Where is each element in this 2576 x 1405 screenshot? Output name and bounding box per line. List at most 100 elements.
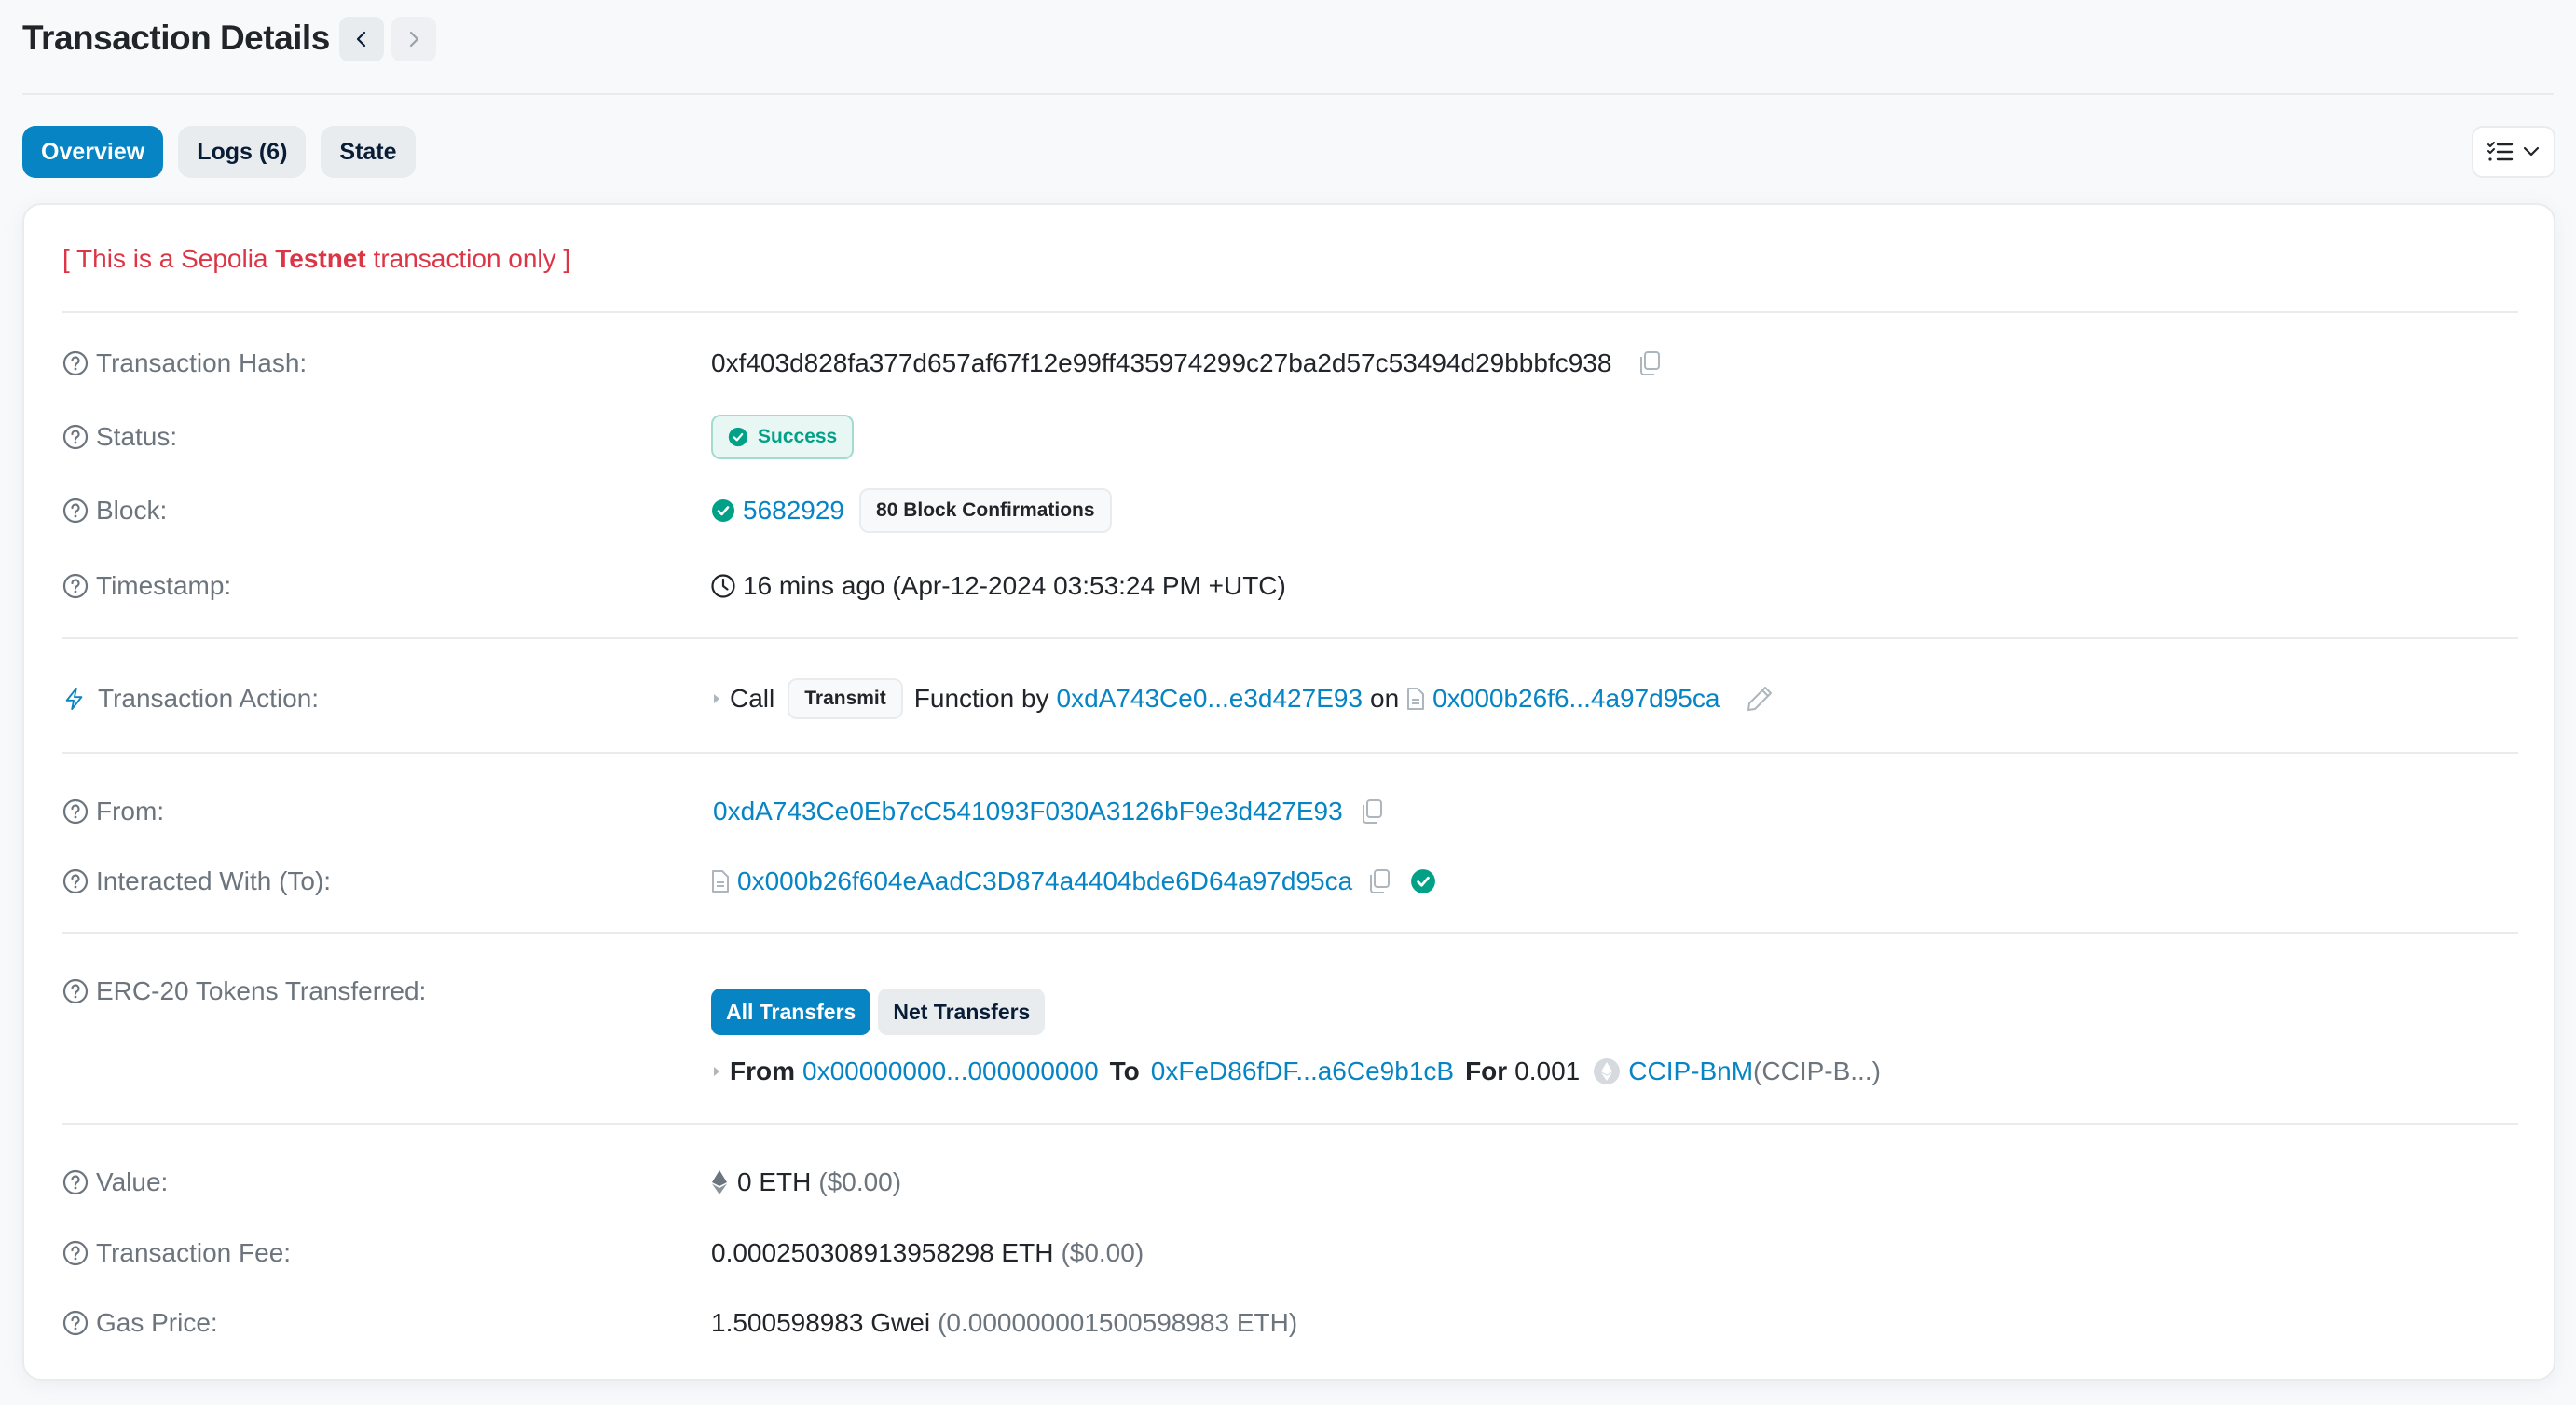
row-from: From: 0xdA743Ce0Eb7cC541093F030A3126bF9e… [62,789,2518,834]
help-icon[interactable] [62,978,89,1004]
function-by-text: Function by [913,684,1049,713]
section-divider [62,932,2518,934]
page-title: Transaction Details [22,19,330,57]
status-label: Status: [96,422,178,451]
notice-testnet: Testnet [275,244,366,273]
tab-bar: Overview Logs (6) State [22,126,416,178]
action-contract-link[interactable]: 0x000b26f6...4a97d95ca [1432,684,1720,714]
pencil-edit-icon[interactable] [1746,685,1774,713]
testnet-notice: [ This is a Sepolia Testnet transaction … [62,244,570,274]
action-call-text: Call [730,684,775,713]
block-number-link[interactable]: 5682929 [743,496,844,525]
row-transaction-action: Transaction Action: Call Transmit Functi… [62,676,2518,721]
help-icon[interactable] [62,1169,89,1195]
action-on-text: on [1370,684,1400,713]
verified-contract-icon [1411,869,1436,893]
copy-icon[interactable] [1637,350,1662,376]
tab-logs[interactable]: Logs (6) [178,126,307,178]
chevron-right-icon [409,31,419,48]
lightning-icon [65,687,83,711]
transfer-to-link[interactable]: 0xFeD86fDF...a6Ce9b1cB [1151,1057,1454,1086]
copy-icon[interactable] [1367,868,1391,894]
transfer-for-label: For [1465,1057,1508,1085]
row-block: Block: 5682929 80 Block Confirmations [62,488,2518,533]
section-divider [62,752,2518,754]
transfer-to-label: To [1109,1057,1140,1085]
section-divider [62,311,2518,313]
help-icon[interactable] [62,798,89,825]
ethereum-icon [712,1170,727,1194]
contract-file-icon [712,870,729,893]
transaction-hash-label: Transaction Hash: [96,348,308,377]
from-address-link[interactable]: 0xdA743Ce0Eb7cC541093F030A3126bF9e3d427E… [713,797,1343,826]
interacted-with-label: Interacted With (To): [96,866,332,895]
header-divider [22,93,2554,95]
row-transaction-hash: Transaction Hash: 0xf403d828fa377d657af6… [62,341,2518,386]
all-transfers-button[interactable]: All Transfers [711,989,871,1035]
transaction-overview-card: [ This is a Sepolia Testnet transaction … [22,203,2555,1381]
help-icon[interactable] [62,1240,89,1266]
function-name-badge: Transmit [788,678,903,719]
value-usd: ($0.00) [818,1167,902,1196]
tab-state[interactable]: State [321,126,416,178]
tab-overview[interactable]: Overview [22,126,164,178]
token-logo-icon [1594,1058,1621,1084]
gas-price-eth: (0.000000001500598983 ETH) [938,1308,1298,1337]
action-from-address-link[interactable]: 0xdA743Ce0...e3d427E93 [1057,684,1363,714]
net-transfers-button[interactable]: Net Transfers [878,989,1046,1035]
status-text: Success [758,426,838,447]
caret-right-icon[interactable] [711,691,722,706]
copy-icon[interactable] [1360,798,1384,825]
next-transaction-button[interactable] [391,17,436,61]
transaction-fee-usd: ($0.00) [1061,1238,1144,1267]
transaction-action-label: Transaction Action: [98,684,320,713]
row-timestamp: Timestamp: 16 mins ago (Apr-12-2024 03:5… [62,564,2518,608]
block-label: Block: [96,496,168,525]
timestamp-value: 16 mins ago (Apr-12-2024 03:53:24 PM +UT… [743,571,1286,600]
help-icon[interactable] [62,573,89,599]
status-badge: Success [711,415,855,459]
clock-icon [711,574,735,598]
transaction-hash-value: 0xf403d828fa377d657af67f12e99ff435974299… [711,348,1612,377]
help-icon[interactable] [62,868,89,894]
row-transaction-fee: Transaction Fee: 0.000250308913958298 ET… [62,1231,2518,1275]
row-erc20-transfers: ERC-20 Tokens Transferred: All Transfers… [62,969,2518,1035]
row-interacted-with: Interacted With (To): 0x000b26f604eAadC3… [62,859,2518,904]
erc20-label: ERC-20 Tokens Transferred: [96,976,427,1005]
timestamp-label: Timestamp: [96,571,232,600]
previous-transaction-button[interactable] [339,17,384,61]
transfer-from-label: From [730,1057,795,1085]
chevron-left-icon [356,31,366,48]
section-divider [62,637,2518,639]
transfer-amount: 0.001 [1514,1057,1581,1085]
to-address-link[interactable]: 0x000b26f604eAadC3D874a4404bde6D64a97d95… [737,866,1352,896]
row-value: Value: 0 ETH ($0.00) [62,1160,2518,1205]
help-icon[interactable] [62,350,89,376]
token-transfer-row: From 0x00000000...000000000 To 0xFeD86fD… [62,1049,2518,1094]
from-label: From: [96,797,165,825]
row-gas-price: Gas Price: 1.500598983 Gwei (0.000000001… [62,1301,2518,1345]
gas-price-gwei: 1.500598983 Gwei [711,1308,931,1337]
transaction-fee-label: Transaction Fee: [96,1238,292,1267]
check-circle-icon [728,427,748,447]
checklist-icon [2487,142,2514,161]
row-status: Status: Success [62,415,2518,459]
section-divider [62,1123,2518,1125]
transfer-from-link[interactable]: 0x00000000...000000000 [802,1057,1099,1086]
block-confirmations-badge: 80 Block Confirmations [859,488,1112,533]
notice-prefix: [ This is a Sepolia [62,244,276,273]
help-icon[interactable] [62,424,89,450]
chevron-down-icon [2523,146,2540,157]
help-icon[interactable] [62,1310,89,1336]
value-label: Value: [96,1167,169,1196]
token-name-link[interactable]: CCIP-BnM [1628,1057,1753,1086]
value-amount: 0 ETH [737,1167,812,1196]
contract-file-icon [1407,688,1425,710]
help-icon[interactable] [62,498,89,524]
token-symbol: (CCIP-B...) [1753,1057,1881,1085]
check-circle-icon [712,499,734,522]
gas-price-label: Gas Price: [96,1308,218,1337]
view-options-dropdown[interactable] [2472,126,2555,178]
notice-suffix: transaction only ] [365,244,571,273]
caret-right-icon[interactable] [711,1064,722,1079]
